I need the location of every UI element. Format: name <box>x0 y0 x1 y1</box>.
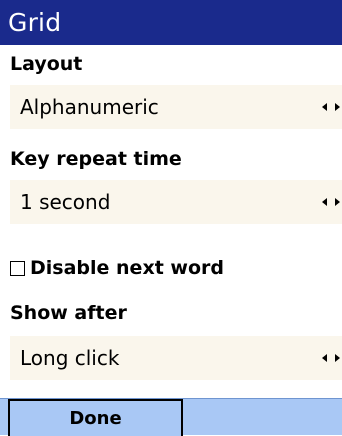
show-after-picker[interactable]: Long click <box>10 336 342 380</box>
title-bar: Grid <box>0 0 342 45</box>
arrow-right-icon[interactable] <box>335 354 340 362</box>
layout-value: Alphanumeric <box>20 95 159 119</box>
softkey-menu-bar: Done <box>0 398 342 436</box>
left-right-arrows-icon[interactable] <box>322 100 340 114</box>
disable-next-word-row[interactable]: Disable next word <box>10 256 224 280</box>
arrow-left-icon[interactable] <box>322 354 327 362</box>
checkbox-unchecked-icon[interactable] <box>10 260 25 276</box>
key-repeat-time-picker[interactable]: 1 second <box>10 180 342 224</box>
left-right-arrows-icon[interactable] <box>322 351 340 365</box>
layout-picker[interactable]: Alphanumeric <box>10 85 342 129</box>
show-after-value: Long click <box>20 346 120 370</box>
arrow-left-icon[interactable] <box>322 103 327 111</box>
layout-label: Layout <box>10 53 83 75</box>
left-right-arrows-icon[interactable] <box>322 195 340 209</box>
arrow-left-icon[interactable] <box>322 198 327 206</box>
done-button[interactable]: Done <box>8 399 183 436</box>
window-title: Grid <box>8 8 62 37</box>
key-repeat-time-label: Key repeat time <box>10 148 182 170</box>
disable-next-word-label: Disable next word <box>30 257 224 279</box>
arrow-right-icon[interactable] <box>335 103 340 111</box>
arrow-right-icon[interactable] <box>335 198 340 206</box>
key-repeat-time-value: 1 second <box>20 190 111 214</box>
show-after-label: Show after <box>10 302 127 324</box>
